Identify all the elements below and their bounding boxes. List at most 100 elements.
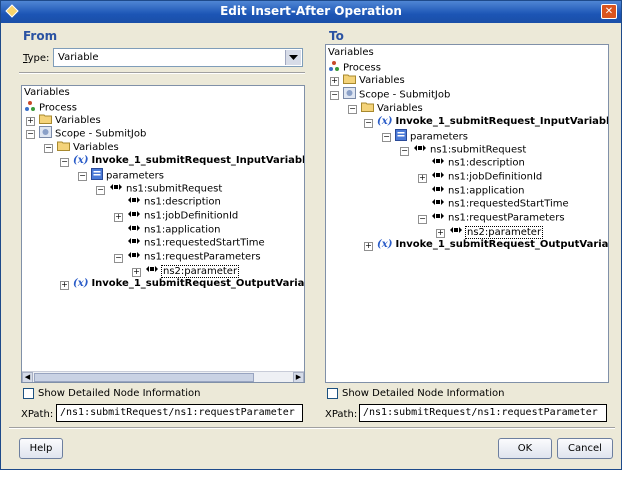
variable-icon: (x) [377,116,393,127]
from-xpath-field[interactable]: /ns1:submitRequest/ns1:requestParameter [56,404,303,422]
element-icon [431,211,445,225]
help-button[interactable]: Help [19,438,63,459]
element-icon [127,250,141,264]
collapse-icon[interactable]: − [330,91,339,100]
element-icon [449,225,463,239]
tree-node[interactable]: parameters [395,129,468,145]
message-part-icon [91,168,103,184]
tree-node-selected[interactable]: ns2:parameter [449,225,544,239]
element-icon [431,197,445,211]
tree-node[interactable]: ns1:description [127,195,221,208]
tree-node[interactable]: ns1:description [431,156,525,169]
cancel-button[interactable]: Cancel [557,438,613,459]
element-icon [431,156,445,170]
expand-icon[interactable]: + [132,268,141,277]
tree-node[interactable]: (x) Invoke_1_submitRequest_OutputVariable [73,277,304,290]
expand-icon[interactable]: + [364,242,373,251]
from-tree[interactable]: Variables Process + Variables − Scope - … [21,85,305,383]
collapse-icon[interactable]: − [348,105,357,114]
collapse-icon[interactable]: − [382,133,391,142]
variable-icon: (x) [73,155,89,166]
element-icon [109,182,123,196]
from-show-detail-checkbox[interactable] [23,388,34,399]
tree-node[interactable]: Variables [24,86,70,99]
chevron-down-icon[interactable] [285,50,301,65]
from-horizontal-scrollbar[interactable]: ◀ ▶ [22,371,304,382]
scroll-left-icon[interactable]: ◀ [22,372,33,382]
tree-node[interactable]: Scope - SubmitJob [343,87,450,101]
variable-icon: (x) [377,239,393,250]
tree-node[interactable]: Process [24,100,77,116]
expand-icon[interactable]: + [114,213,123,222]
collapse-icon[interactable]: − [418,215,427,224]
tree-node[interactable]: Variables [343,73,405,86]
to-xpath-field[interactable]: /ns1:submitRequest/ns1:requestParameter [359,404,607,422]
collapse-icon[interactable]: − [26,130,35,139]
collapse-icon[interactable]: − [364,119,373,128]
folder-icon [343,73,356,88]
tree-node[interactable]: ns1:jobDefinitionId [431,170,542,183]
expand-icon[interactable]: + [60,281,69,290]
tree-node[interactable]: ns1:jobDefinitionId [127,209,238,222]
expand-icon[interactable]: + [330,77,339,86]
collapse-icon[interactable]: − [96,186,105,195]
expand-icon[interactable]: + [436,229,445,238]
collapse-icon[interactable]: − [114,254,123,263]
from-separator [19,72,305,74]
tree-node[interactable]: Variables [328,46,374,59]
tree-node[interactable]: ns1:application [127,223,220,236]
tree-node[interactable]: ns1:requestedStartTime [431,197,569,210]
collapse-icon[interactable]: − [44,144,53,153]
tree-node[interactable]: (x) Invoke_1_submitRequest_InputVariable [73,154,304,167]
from-show-detail-label: Show Detailed Node Information [38,388,201,399]
process-icon [328,60,340,76]
tree-node[interactable]: ns1:requestParameters [431,211,565,224]
tree-node[interactable]: Variables [361,101,423,114]
to-show-detail-checkbox[interactable] [327,388,338,399]
tree-node[interactable]: ns1:submitRequest [109,182,222,195]
tree-node[interactable]: Variables [57,140,119,153]
element-icon [413,143,427,157]
element-icon [127,236,141,250]
close-icon[interactable]: ✕ [601,4,617,19]
element-icon [431,170,445,184]
type-label: Type: [23,53,50,64]
collapse-icon[interactable]: − [78,172,87,181]
scroll-right-icon[interactable]: ▶ [293,372,304,382]
element-icon [431,184,445,198]
from-xpath-label: XPath: [21,409,54,420]
tree-node[interactable]: Variables [39,113,101,126]
collapse-icon[interactable]: − [400,147,409,156]
variable-icon: (x) [73,278,89,289]
tree-node[interactable]: ns1:requestParameters [127,250,261,263]
element-icon [127,209,141,223]
element-icon [127,195,141,209]
expand-icon[interactable]: + [26,117,35,126]
tree-node[interactable]: Scope - SubmitJob [39,126,146,142]
type-select-value: Variable [58,52,99,63]
expand-icon[interactable]: + [418,174,427,183]
tree-node[interactable]: parameters [91,168,164,184]
tree-node[interactable]: ns1:submitRequest [413,143,526,156]
tree-node[interactable]: ns1:application [431,184,524,197]
tree-node-selected[interactable]: ns2:parameter [145,264,240,278]
type-select[interactable]: Variable [53,48,303,67]
folder-icon [57,140,70,155]
tree-node[interactable]: ns1:requestedStartTime [127,236,265,249]
bottom-separator [9,427,615,429]
folder-icon [361,101,374,116]
to-tree[interactable]: Variables Process + Variables − Scope - … [325,44,609,383]
from-title: From [23,29,58,43]
ok-button[interactable]: OK [498,438,552,459]
scope-icon [39,126,52,142]
to-show-detail-label: Show Detailed Node Information [342,388,505,399]
scrollbar-thumb[interactable] [34,373,254,382]
tree-node[interactable]: Process [328,60,381,76]
collapse-icon[interactable]: − [60,158,69,167]
tree-node[interactable]: (x) Invoke_1_submitRequest_InputVariable [377,115,608,128]
tree-node[interactable]: (x) Invoke_1_submitRequest_OutputVariable [377,238,608,251]
message-part-icon [395,129,407,145]
process-icon [24,100,36,116]
dialog-window: Edit Insert-After Operation ✕ From Type:… [0,0,622,470]
title-bar[interactable]: Edit Insert-After Operation ✕ [1,1,621,23]
